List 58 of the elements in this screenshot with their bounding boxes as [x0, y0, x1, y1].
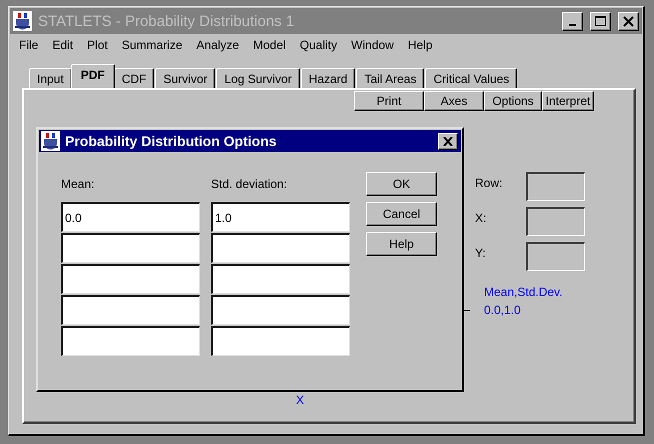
maximize-icon — [595, 16, 606, 26]
menu-item[interactable]: Edit — [45, 38, 80, 52]
app-icon — [41, 131, 60, 151]
axis-tick — [464, 310, 470, 311]
column-label: Mean: — [61, 176, 96, 192]
close-button[interactable] — [618, 12, 639, 30]
mean-field[interactable] — [61, 326, 200, 356]
menu-item[interactable]: Window — [344, 38, 401, 52]
menu-item[interactable]: Plot — [80, 38, 115, 52]
menu-item[interactable]: Help — [400, 38, 440, 52]
menu-item[interactable]: Summarize — [114, 38, 190, 52]
toolbar-button[interactable]: Interpret — [542, 91, 594, 111]
legend-title: Mean,Std.Dev. — [484, 285, 562, 299]
window-title: STATLETS - Probability Distributions 1 — [38, 12, 296, 30]
cancel-button[interactable]: Cancel — [366, 202, 437, 226]
tab[interactable]: Survivor — [155, 68, 216, 88]
minimize-icon — [569, 24, 576, 26]
legend-value: 0.0,1.0 — [484, 303, 522, 317]
toolbar-button[interactable]: Axes — [424, 91, 484, 111]
help-button[interactable]: Help — [366, 232, 437, 256]
column-label: Std. deviation: — [211, 176, 288, 192]
readout-field — [526, 172, 585, 201]
mean-field[interactable] — [61, 233, 200, 263]
maximize-button[interactable] — [590, 12, 611, 30]
tab[interactable]: CDF — [114, 68, 154, 88]
tab[interactable]: Input — [29, 68, 72, 88]
mean-field[interactable] — [61, 295, 200, 325]
readout-field — [526, 242, 585, 271]
menu-item[interactable]: File — [12, 38, 46, 52]
toolbar-button[interactable]: Options — [484, 91, 542, 111]
axis-label: X — [295, 393, 306, 407]
std-deviation-field[interactable] — [211, 326, 350, 356]
tab[interactable]: Hazard — [300, 68, 356, 88]
std-deviation-field[interactable] — [211, 295, 350, 325]
menu-item[interactable]: Model — [246, 38, 293, 52]
tab[interactable]: Log Survivor — [216, 68, 300, 88]
std-deviation-field[interactable]: 1.0 — [211, 202, 350, 232]
app-icon — [13, 11, 32, 31]
tab[interactable]: Tail Areas — [356, 68, 424, 88]
std-deviation-field[interactable] — [211, 233, 350, 263]
menu-item[interactable]: Analyze — [189, 38, 246, 52]
close-icon — [443, 136, 453, 146]
mean-field[interactable]: 0.0 — [61, 202, 200, 232]
toolbar-button[interactable]: Print — [354, 91, 424, 111]
readout-label: Row: — [475, 176, 504, 190]
close-button[interactable] — [438, 132, 458, 150]
close-icon — [623, 16, 634, 26]
readout-label: X: — [475, 210, 488, 224]
dialog-title: Probability Distribution Options — [65, 133, 278, 149]
tab[interactable]: Critical Values — [425, 68, 518, 88]
minimize-button[interactable] — [562, 12, 583, 30]
readout-field — [526, 207, 585, 236]
mean-field[interactable] — [61, 264, 200, 294]
readout-label: Y: — [475, 246, 487, 260]
tab[interactable]: PDF — [70, 64, 115, 88]
std-deviation-field[interactable] — [211, 264, 350, 294]
menu-item[interactable]: Quality — [292, 38, 344, 52]
ok-button[interactable]: OK — [366, 172, 437, 196]
